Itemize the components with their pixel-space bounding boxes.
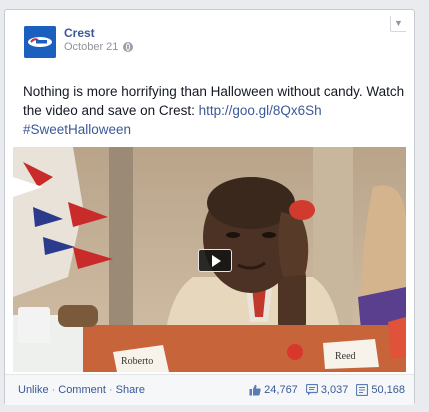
post-meta: October 21 <box>64 41 134 53</box>
post-footer: Unlike · Comment · Share 24,767 3,037 50… <box>5 374 414 405</box>
post-message: Nothing is more horrifying than Hallowee… <box>23 82 408 139</box>
share-count-value: 50,168 <box>371 384 405 396</box>
like-count[interactable]: 24,767 <box>249 384 298 396</box>
post-actions: Unlike · Comment · Share <box>18 384 145 396</box>
page-name-link[interactable]: Crest <box>64 26 95 40</box>
video-link[interactable]: http://goo.gl/8Qx6Sh <box>199 103 322 118</box>
public-globe-icon <box>123 42 134 52</box>
video-thumbnail[interactable]: Roberto Reed <box>13 147 406 372</box>
post-date[interactable]: October 21 <box>64 41 118 53</box>
unlike-link[interactable]: Unlike <box>18 384 49 396</box>
separator-dot: · <box>51 384 56 396</box>
place-card-roberto: Roberto <box>121 356 153 367</box>
post-card: ▼ Crest October 21 Nothing is more horri… <box>4 9 415 405</box>
hashtag-link[interactable]: #SweetHalloween <box>23 122 131 137</box>
comment-bubble-icon <box>305 384 318 396</box>
like-count-value: 24,767 <box>264 384 298 396</box>
crest-avatar[interactable] <box>24 26 56 58</box>
thumbs-up-icon <box>249 384 261 396</box>
share-icon <box>356 384 369 396</box>
separator-dot: · <box>108 384 113 396</box>
comment-link[interactable]: Comment <box>58 384 106 396</box>
options-chevron-icon[interactable]: ▼ <box>390 16 406 32</box>
comment-count[interactable]: 3,037 <box>305 384 349 396</box>
share-count[interactable]: 50,168 <box>356 384 405 396</box>
place-card-reed: Reed <box>335 351 356 362</box>
engagement-counts: 24,767 3,037 50,168 <box>249 384 405 396</box>
share-link[interactable]: Share <box>116 384 145 396</box>
comment-count-value: 3,037 <box>320 384 349 396</box>
play-button-icon[interactable] <box>198 249 232 272</box>
